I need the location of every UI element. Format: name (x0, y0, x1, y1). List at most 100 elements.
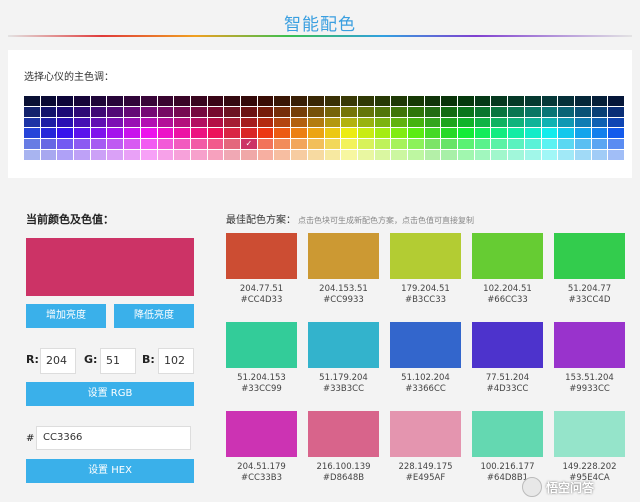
color-grid-cell[interactable] (257, 150, 274, 160)
color-grid-cell[interactable] (458, 150, 474, 160)
color-grid-cell[interactable] (608, 106, 624, 117)
color-grid-cell[interactable] (558, 128, 574, 139)
color-grid-cell[interactable] (124, 139, 140, 150)
scheme-rgb-value[interactable]: 204.77.51 (226, 284, 297, 294)
color-grid-cell[interactable] (608, 128, 624, 139)
scheme-tile[interactable]: 153.51.204 #9933CC (554, 322, 625, 411)
color-grid-cell[interactable] (291, 106, 307, 117)
r-input[interactable]: 204 (40, 348, 76, 374)
color-grid-cell[interactable] (491, 117, 508, 128)
color-grid-cell[interactable] (74, 106, 90, 117)
color-grid-cell[interactable] (341, 139, 357, 150)
color-grid-cell[interactable] (241, 117, 257, 128)
color-grid-cell[interactable] (558, 150, 574, 160)
color-grid-cell[interactable] (341, 128, 357, 139)
color-grid-cell[interactable] (524, 128, 541, 139)
color-grid-cell[interactable] (107, 139, 124, 150)
color-grid-cell[interactable] (274, 96, 291, 106)
color-grid-cell[interactable] (324, 128, 341, 139)
color-grid-cell[interactable] (57, 96, 74, 106)
color-grid-cell[interactable] (224, 117, 241, 128)
color-grid-cell[interactable] (558, 106, 574, 117)
scheme-rgb-value[interactable]: 100.216.177 (472, 462, 543, 472)
color-grid-cell[interactable] (24, 117, 40, 128)
scheme-hex-value[interactable]: #9933CC (554, 384, 625, 394)
color-grid-cell[interactable] (374, 150, 391, 160)
color-grid-cell[interactable] (591, 128, 608, 139)
color-grid-cell[interactable] (40, 128, 57, 139)
scheme-rgb-value[interactable]: 51.204.153 (226, 373, 297, 383)
scheme-hex-value[interactable]: #B3CC33 (390, 295, 461, 305)
color-grid-cell[interactable] (174, 139, 190, 150)
color-grid-cell[interactable] (241, 106, 257, 117)
color-grid-cell[interactable] (124, 96, 140, 106)
color-grid-cell[interactable] (157, 128, 174, 139)
b-input[interactable]: 102 (158, 348, 194, 374)
color-grid-cell[interactable] (574, 117, 591, 128)
color-grid-cell[interactable] (324, 139, 341, 150)
color-grid-cell[interactable] (357, 96, 374, 106)
scheme-swatch[interactable] (472, 233, 543, 279)
color-grid-cell[interactable] (57, 139, 74, 150)
color-grid-cell[interactable] (541, 128, 558, 139)
color-grid-cell[interactable] (107, 150, 124, 160)
color-grid-cell[interactable] (524, 96, 541, 106)
scheme-hex-value[interactable]: #33B3CC (308, 384, 379, 394)
scheme-hex-value[interactable]: #33CC4D (554, 295, 625, 305)
color-grid-cell[interactable] (357, 150, 374, 160)
scheme-rgb-value[interactable]: 51.179.204 (308, 373, 379, 383)
color-grid-cell[interactable] (541, 150, 558, 160)
increase-brightness-button[interactable]: 增加亮度 (26, 304, 106, 328)
scheme-tile[interactable]: 204.77.51 #CC4D33 (226, 233, 297, 322)
color-grid-cell[interactable] (90, 117, 107, 128)
color-grid-cell[interactable] (90, 150, 107, 160)
color-grid-cell[interactable] (40, 117, 57, 128)
color-grid-cell[interactable] (24, 150, 40, 160)
decrease-brightness-button[interactable]: 降低亮度 (114, 304, 194, 328)
color-grid-cell[interactable] (307, 117, 324, 128)
color-grid-cell[interactable] (357, 128, 374, 139)
color-grid-cell[interactable] (474, 128, 491, 139)
scheme-swatch[interactable] (390, 411, 461, 457)
color-grid-cell[interactable] (508, 128, 524, 139)
color-grid-cell[interactable] (190, 139, 207, 150)
color-grid-cell[interactable] (558, 139, 574, 150)
color-grid-cell[interactable] (508, 139, 524, 150)
color-grid-cell[interactable] (324, 150, 341, 160)
color-grid-cell[interactable] (224, 139, 241, 150)
color-grid-cell[interactable] (591, 96, 608, 106)
color-grid-cell[interactable] (441, 128, 458, 139)
color-grid-cell[interactable] (307, 96, 324, 106)
scheme-rgb-value[interactable]: 204.51.179 (226, 462, 297, 472)
color-grid-cell[interactable] (157, 139, 174, 150)
color-grid-cell[interactable] (458, 139, 474, 150)
set-rgb-button[interactable]: 设置 RGB (26, 382, 194, 406)
color-grid-cell[interactable] (57, 117, 74, 128)
color-grid-cell[interactable] (90, 106, 107, 117)
color-grid-cell[interactable] (574, 139, 591, 150)
color-grid-cell[interactable] (241, 150, 257, 160)
color-grid-cell[interactable] (257, 128, 274, 139)
color-grid-cell[interactable] (157, 150, 174, 160)
scheme-hex-value[interactable]: #66CC33 (472, 295, 543, 305)
color-grid-cell[interactable] (508, 106, 524, 117)
color-grid-cell[interactable] (291, 128, 307, 139)
color-grid-cell[interactable] (57, 106, 74, 117)
color-grid-cell[interactable] (374, 139, 391, 150)
color-grid-cell[interactable] (90, 96, 107, 106)
color-grid-cell[interactable] (107, 117, 124, 128)
color-grid-cell[interactable] (357, 106, 374, 117)
scheme-rgb-value[interactable]: 153.51.204 (554, 373, 625, 383)
color-grid-cell[interactable] (541, 139, 558, 150)
scheme-hex-value[interactable]: #CC9933 (308, 295, 379, 305)
scheme-swatch[interactable] (308, 233, 379, 279)
scheme-rgb-value[interactable]: 51.204.77 (554, 284, 625, 294)
color-grid-cell[interactable] (190, 96, 207, 106)
color-grid-cell[interactable] (190, 117, 207, 128)
color-grid-cell[interactable] (391, 139, 407, 150)
color-grid-cell[interactable] (274, 117, 291, 128)
scheme-tile[interactable]: 204.51.179 #CC33B3 (226, 411, 297, 500)
color-grid-cell[interactable] (441, 96, 458, 106)
color-grid-cell[interactable] (291, 117, 307, 128)
color-grid-cell[interactable] (40, 150, 57, 160)
